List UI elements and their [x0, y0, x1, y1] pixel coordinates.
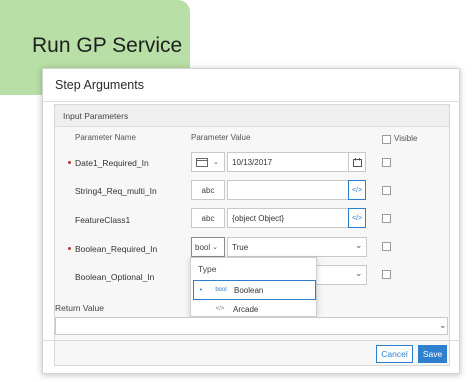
featureclass-type-selector[interactable]: abc [191, 208, 225, 228]
code-editor-button[interactable]: </> [348, 180, 366, 200]
visible-all-checkbox[interactable] [382, 135, 391, 144]
footer-divider [43, 340, 459, 341]
return-value-label: Return Value [55, 303, 104, 313]
date-picker-button[interactable] [348, 152, 366, 172]
visible-checkbox[interactable] [382, 186, 391, 195]
visible-checkbox[interactable] [382, 270, 391, 279]
header-divider [43, 101, 459, 102]
param-name-boolean-optional: Boolean_Optional_In [75, 272, 155, 282]
dropdown-header: Type [198, 264, 217, 274]
featureclass1-value-input[interactable]: {object Object} [227, 208, 349, 228]
visible-checkbox[interactable] [382, 242, 391, 251]
calendar-icon [196, 157, 208, 167]
param-name-boolean-required: Boolean_Required_In [75, 244, 158, 254]
boolean-type-selector[interactable]: bool ⌄ [191, 237, 225, 257]
boolean-required-value-select[interactable]: True [227, 237, 367, 257]
cancel-button[interactable]: Cancel [376, 345, 413, 363]
chevron-down-icon[interactable]: ⌄ [355, 268, 363, 279]
param-name-featureclass1: FeatureClass1 [75, 215, 131, 225]
type-option-label: Arcade [233, 304, 259, 314]
step-arguments-dialog: Step Arguments Input Parameters Paramete… [42, 68, 460, 374]
string4-value-input[interactable] [227, 180, 349, 200]
chevron-down-icon[interactable]: ⌄ [355, 240, 363, 251]
column-header-value: Parameter Value [191, 133, 251, 142]
required-indicator [68, 161, 71, 164]
panel-title: Input Parameters [55, 105, 449, 127]
chevron-down-icon: ⌄ [212, 244, 218, 251]
app-title: Run GP Service [32, 34, 183, 57]
type-option-arcade[interactable]: </> Arcade [193, 299, 316, 319]
bool-icon: bool [215, 287, 227, 293]
date1-value-input[interactable]: 10/13/2017 [227, 152, 349, 172]
param-name-date1: Date1_Required_In [75, 158, 149, 168]
type-option-boolean[interactable]: • bool Boolean [193, 280, 316, 300]
column-header-visible: Visible [394, 134, 418, 143]
code-editor-button[interactable]: </> [348, 208, 366, 228]
string-type-selector[interactable]: abc [191, 180, 225, 200]
selected-bullet-icon: • [199, 286, 203, 294]
visible-checkbox[interactable] [382, 158, 391, 167]
code-icon: </> [351, 214, 363, 222]
visible-checkbox[interactable] [382, 214, 391, 223]
type-option-label: Boolean [234, 285, 264, 295]
return-value-select[interactable] [55, 317, 448, 335]
dialog-title: Step Arguments [55, 78, 144, 92]
column-header-name: Parameter Name [75, 133, 136, 142]
save-button[interactable]: Save [418, 345, 447, 363]
chevron-down-icon[interactable]: ⌄ [439, 320, 447, 331]
chevron-down-icon: ⌄ [213, 159, 219, 166]
param-name-string4: String4_Req_multi_In [75, 186, 157, 196]
type-dropdown-menu: Type • bool Boolean </> Arcade [190, 257, 317, 317]
date-type-selector[interactable]: ⌄ [191, 152, 225, 172]
required-indicator [68, 247, 71, 250]
code-icon: </> [215, 306, 225, 312]
bool-type-label: bool [195, 242, 211, 252]
code-icon: </> [351, 186, 363, 194]
calendar-icon [352, 157, 362, 167]
